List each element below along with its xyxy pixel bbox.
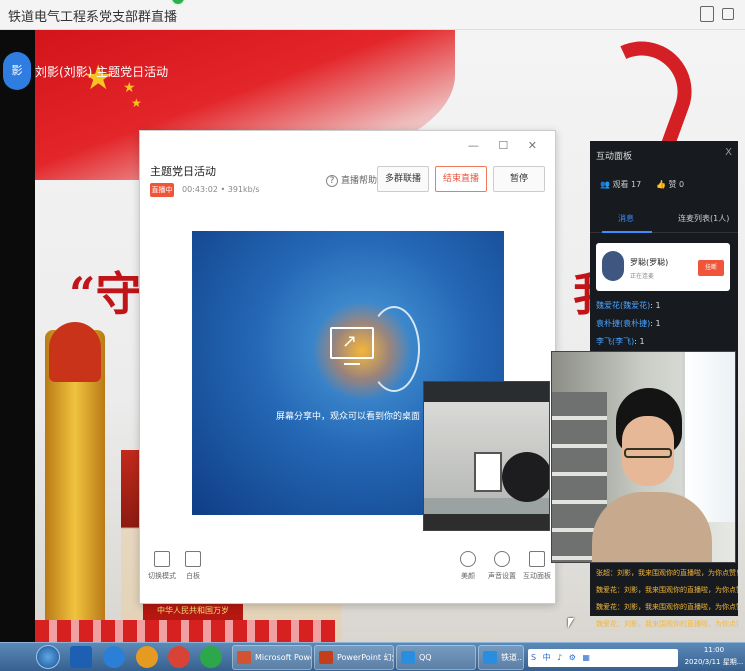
presenter-title: 刘影(刘影) 主题党日活动 <box>35 65 169 79</box>
ribbon-graphic <box>35 620 335 642</box>
settings-icon[interactable]: ⚙ <box>569 649 576 667</box>
panel-toolbar: 切换模式 白板 美颜 声音设置 互动面板 <box>140 551 557 601</box>
like-list: 魏爱花(魏爱花): 1 袁朴捷(袁朴捷): 1 李飞(李飞): 1 <box>596 297 736 351</box>
live-title: 主题党日活动 <box>150 165 216 178</box>
list-item: 袁朴捷(袁朴捷): 1 <box>596 319 661 328</box>
window-title: 铁道电气工程系党支部群直播 <box>8 10 178 25</box>
chrome-app-icon[interactable] <box>168 646 190 668</box>
end-live-button[interactable]: 结束直播 <box>435 166 487 192</box>
like-count: 👍 赞 0 <box>656 180 685 189</box>
star-icon: ★ <box>123 80 136 96</box>
tab-mic-queue[interactable]: 连麦列表(1人) <box>678 213 729 224</box>
system-tray: S 中 ♪ ⚙ ▦ <box>528 649 678 667</box>
camera-frame-object <box>474 452 502 492</box>
live-app-icon <box>483 651 497 664</box>
chat-message: 张超：刘影，我来围观你的直播啦，为你点赞！ <box>596 569 738 577</box>
elapsed-time: 00:43:02 <box>182 185 218 194</box>
chat-messages: 张超：刘影，我来围观你的直播啦，为你点赞！ 魏爱花：刘影，我来围观你的直播啦，为… <box>596 565 738 633</box>
interaction-title: 互动面板 <box>596 152 633 162</box>
live-control-panel: — ☐ ✕ 主题党日活动 直播中 00:43:02 • 391kb/s ? 直播帮… <box>139 130 556 604</box>
loading-ring-icon <box>368 306 420 392</box>
taskbar-window[interactable]: Microsoft Powe... <box>232 645 312 670</box>
guest-camera-feed[interactable] <box>423 381 550 531</box>
panel-window-buttons[interactable]: — ☐ ✕ <box>468 139 545 152</box>
audio-settings-button[interactable]: 声音设置 <box>482 551 522 581</box>
tool-label: 声音设置 <box>488 572 516 580</box>
powerpoint-icon <box>237 651 251 664</box>
layout-grid-icon <box>154 551 170 567</box>
live-help-link[interactable]: ? 直播帮助 <box>326 173 377 187</box>
active-tab-indicator <box>602 231 652 233</box>
clock-time: 11:00 <box>703 646 725 654</box>
presenter-camera-feed[interactable] <box>551 351 736 563</box>
tool-label: 白板 <box>186 572 200 580</box>
list-item: 李飞(李飞): 1 <box>596 337 645 346</box>
viewer-count: 👥 观看 17 <box>600 180 642 189</box>
explorer-app-icon[interactable] <box>136 646 158 668</box>
multi-group-button[interactable]: 多群联播 <box>377 166 429 192</box>
avatar <box>602 251 624 281</box>
camera-bar <box>424 514 549 530</box>
chat-bubble-icon <box>529 551 545 567</box>
tool-label: 美颜 <box>461 572 475 580</box>
mouse-cursor-icon <box>568 618 574 628</box>
window-titlebar: 铁道电气工程系党支部群直播 <box>0 0 745 30</box>
camera-window <box>682 352 735 522</box>
help-label: 直播帮助 <box>341 176 378 186</box>
mic-user-card: 罗聪(罗聪) 正在连麦 挂断 <box>596 243 730 291</box>
camera-person-glasses <box>624 448 672 458</box>
tab-messages[interactable]: 消息 <box>618 213 634 224</box>
language-indicator[interactable]: 中 <box>543 649 551 667</box>
star-icon: ★ <box>131 96 142 110</box>
column-top-graphic <box>49 322 101 382</box>
monitor-stand-icon <box>344 363 360 365</box>
taskbar-clock[interactable]: 11:00 2020/3/11 星期... <box>684 644 744 668</box>
list-item: 魏爱花(魏爱花): 1 <box>596 301 661 310</box>
mic-user-name: 罗聪(罗聪) <box>630 258 669 267</box>
camera-bar <box>424 382 549 402</box>
camera-person-body <box>592 492 712 562</box>
volume-icon[interactable]: ♪ <box>557 649 562 667</box>
chat-message: 魏爱花：刘影，我来围观你的直播啦，为你点赞！ <box>596 603 738 611</box>
bitrate: 391kb/s <box>227 185 260 194</box>
hangup-button[interactable]: 挂断 <box>698 260 724 276</box>
share-arrow-icon: ↗ <box>342 331 358 352</box>
qq-icon <box>401 651 415 664</box>
microphone-icon <box>494 551 510 567</box>
interaction-tabs: 消息 连麦列表(1人) <box>590 203 738 233</box>
taskbar: Microsoft Powe... PowerPoint 幻灯... QQ 铁道… <box>0 642 745 671</box>
keyboard-icon[interactable]: ▦ <box>582 649 590 667</box>
camera-person <box>502 452 549 502</box>
ie-app-icon[interactable] <box>103 646 125 668</box>
presenter-avatar[interactable]: 影 <box>3 52 31 90</box>
whiteboard-button[interactable]: 白板 <box>173 551 213 581</box>
chat-message: 魏爱花：刘影，我来围观你的直播啦，为你点赞！ <box>596 586 738 594</box>
share-window-icon[interactable] <box>700 6 714 22</box>
mic-user-status: 正在连麦 <box>630 273 655 280</box>
powerpoint-icon <box>319 651 333 664</box>
question-icon: ? <box>326 175 338 187</box>
live-status-badge: 直播中 <box>150 183 174 197</box>
slide-plaque: 中华人民共和国万岁 <box>143 602 243 620</box>
word-app-icon[interactable] <box>70 646 92 668</box>
tool-label: 互动面板 <box>523 572 551 580</box>
ime-icon[interactable]: S <box>531 649 536 667</box>
pause-button[interactable]: 暂停 <box>493 166 545 192</box>
taskbar-window[interactable]: QQ <box>396 645 476 670</box>
clock-date: 2020/3/11 星期... <box>684 658 744 666</box>
taskbar-window[interactable]: 铁道... <box>478 645 524 670</box>
taskbar-window[interactable]: PowerPoint 幻灯... <box>314 645 394 670</box>
chat-message: 魏爱花：刘影，我来围观你的直播啦，为你点赞！ <box>596 620 738 628</box>
copy-window-icon[interactable] <box>722 8 734 20</box>
whiteboard-icon <box>185 551 201 567</box>
start-button[interactable] <box>36 645 60 669</box>
live-stats: 00:43:02 • 391kb/s <box>182 185 260 194</box>
beauty-face-icon <box>460 551 476 567</box>
tool-label: 切换模式 <box>148 572 176 580</box>
close-icon[interactable]: X <box>725 147 732 158</box>
left-sidebar: 影 <box>0 30 35 642</box>
media-player-app-icon[interactable] <box>200 646 222 668</box>
